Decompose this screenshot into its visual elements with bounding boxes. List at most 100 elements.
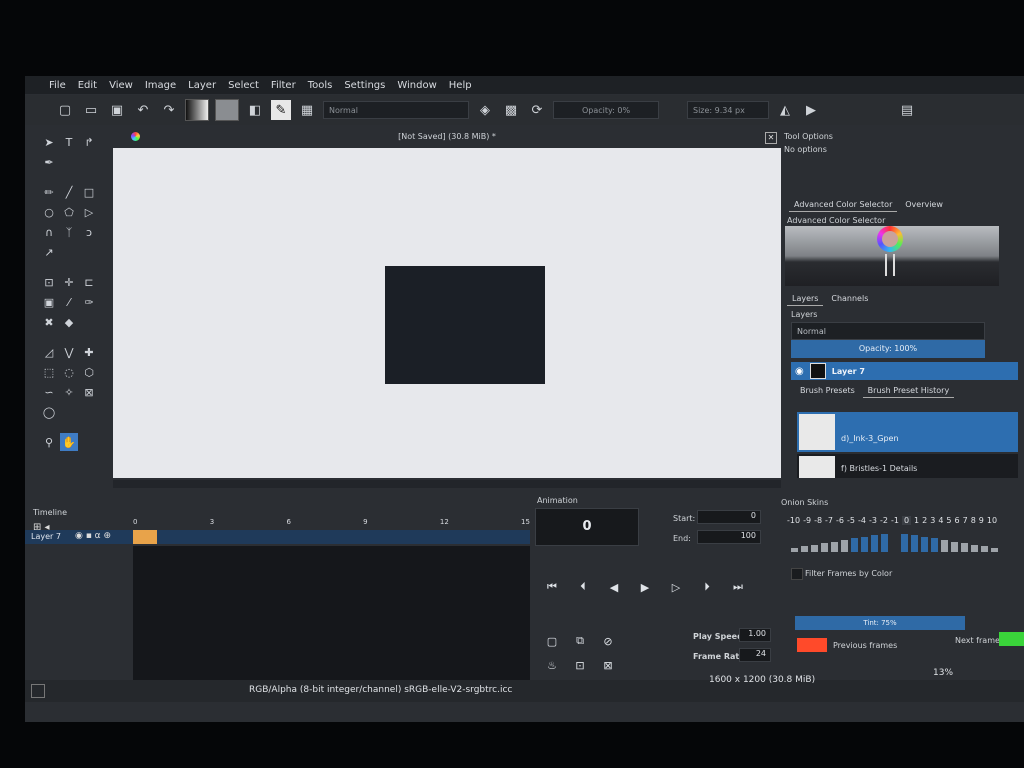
size-slider[interactable]: Size: 9.34 px <box>687 101 769 119</box>
onion-opacity-bar[interactable] <box>901 533 908 552</box>
blend-mode-select[interactable]: Normal <box>323 101 469 119</box>
pan-tool-icon[interactable]: ✋ <box>60 433 78 451</box>
text-tool-icon[interactable]: T <box>60 133 78 151</box>
color-picker-icon[interactable]: ⁄ <box>60 293 78 311</box>
previous-frame-icon[interactable]: ◀ <box>603 576 625 598</box>
smart-patch-icon[interactable]: ✑ <box>80 293 98 311</box>
current-frame-field[interactable]: 0 <box>535 508 639 546</box>
onion-frame-number[interactable]: 2 <box>922 516 927 525</box>
new-document-icon[interactable]: ▢ <box>55 100 75 120</box>
move-tool-icon[interactable]: ✛ <box>60 273 78 291</box>
color-wheel-icon[interactable] <box>877 226 903 252</box>
measure-tool-icon[interactable]: ◿ <box>40 343 58 361</box>
polyline-tool-icon[interactable]: ▷ <box>80 203 98 221</box>
menu-select[interactable]: Select <box>228 80 259 91</box>
onion-frame-number[interactable]: 5 <box>946 516 951 525</box>
onion-opacity-bar[interactable] <box>831 541 838 552</box>
tab-brush-preset-history[interactable]: Brush Preset History <box>862 384 955 398</box>
bezier-tool-icon[interactable]: ∩ <box>40 223 58 241</box>
zoom-tool-icon[interactable]: ⚲ <box>40 433 58 451</box>
polygon-select-icon[interactable]: ⬡ <box>80 363 98 381</box>
play-speed-field[interactable]: 1.00 <box>739 628 771 642</box>
onion-opacity-bar[interactable] <box>981 546 988 552</box>
onion-opacity-bar[interactable] <box>931 538 938 552</box>
menu-file[interactable]: File <box>49 80 66 91</box>
drawing-canvas[interactable] <box>113 148 781 478</box>
rect-select-icon[interactable]: ⬚ <box>40 363 58 381</box>
onion-opacity-bar[interactable] <box>791 548 798 552</box>
fit-page-icon[interactable]: ⊡ <box>569 654 591 676</box>
menu-settings[interactable]: Settings <box>344 80 385 91</box>
similar-select-icon[interactable]: ⊠ <box>80 383 98 401</box>
rectangle-tool-icon[interactable]: □ <box>80 183 98 201</box>
undo-icon[interactable]: ↶ <box>133 100 153 120</box>
line-tool-icon[interactable]: ╱ <box>60 183 78 201</box>
next-frames-color[interactable] <box>999 632 1024 646</box>
brush-preset-icon[interactable]: ✎ <box>271 100 291 120</box>
edit-shapes-icon[interactable]: ↱ <box>80 133 98 151</box>
menu-tools[interactable]: Tools <box>308 80 333 91</box>
onion-frame-number[interactable]: -9 <box>803 516 811 525</box>
tint-slider[interactable]: Tint: 75% <box>795 616 965 630</box>
onion-opacity-bar[interactable] <box>821 543 828 552</box>
close-document-icon[interactable]: ✕ <box>765 132 777 144</box>
onion-frame-number[interactable]: 9 <box>979 516 984 525</box>
alpha-lock-icon[interactable]: ▩ <box>501 100 521 120</box>
onion-opacity-bar[interactable] <box>991 548 998 552</box>
filter-checkbox[interactable] <box>791 568 803 580</box>
dynamic-brush-icon[interactable]: ↄ <box>80 223 98 241</box>
open-folder-icon[interactable]: ▭ <box>81 100 101 120</box>
add-keyframe-icon[interactable]: ▢ <box>541 630 563 652</box>
onion-frame-number[interactable]: 7 <box>963 516 968 525</box>
tab-brush-presets[interactable]: Brush Presets <box>795 384 860 397</box>
audio-icon[interactable]: ⊠ <box>597 654 619 676</box>
tab-advanced-color-selector[interactable]: Advanced Color Selector <box>789 198 898 212</box>
freehand-select-icon[interactable]: ∽ <box>40 383 58 401</box>
bezier-select-icon[interactable]: ◯ <box>40 403 58 421</box>
onion-frame-number[interactable]: -10 <box>787 516 800 525</box>
magic-wand-icon[interactable]: ✧ <box>60 383 78 401</box>
color-selector-widget[interactable] <box>785 226 999 286</box>
menu-layer[interactable]: Layer <box>188 80 216 91</box>
transform-tool-icon[interactable]: ⊡ <box>40 273 58 291</box>
previous-keyframe-icon[interactable]: ⏴ <box>572 576 594 598</box>
frame-rate-field[interactable]: 24 <box>739 648 771 662</box>
end-field[interactable]: 100 <box>697 530 761 544</box>
save-icon[interactable]: ▣ <box>107 100 127 120</box>
eraser-icon[interactable]: ◈ <box>475 100 495 120</box>
menu-window[interactable]: Window <box>397 80 436 91</box>
workspace-icon[interactable]: ▤ <box>897 100 917 120</box>
onion-frame-number[interactable]: -8 <box>814 516 822 525</box>
start-field[interactable]: 0 <box>697 510 761 524</box>
brush-preset-item[interactable]: f) Bristles-1 Details <box>797 454 1018 478</box>
first-frame-icon[interactable]: ⏮ <box>541 576 563 598</box>
onion-opacity-bar[interactable] <box>851 538 858 552</box>
onion-opacity-bar[interactable] <box>871 535 878 552</box>
onion-opacity-bar[interactable] <box>941 540 948 552</box>
multibrush-icon[interactable]: ↗ <box>40 243 58 261</box>
onion-opacity-bar[interactable] <box>861 536 868 552</box>
status-icon[interactable] <box>31 684 45 698</box>
menu-filter[interactable]: Filter <box>271 80 296 91</box>
timeline-frames-area[interactable] <box>133 546 530 696</box>
onion-frame-number[interactable]: -7 <box>825 516 833 525</box>
onion-frame-number[interactable]: -2 <box>880 516 888 525</box>
layer-opacity-slider[interactable]: Opacity: 100% <box>791 340 985 358</box>
next-keyframe-icon[interactable]: ⏵ <box>696 576 718 598</box>
onion-frame-number[interactable]: -5 <box>847 516 855 525</box>
onion-opacity-bar[interactable] <box>841 540 848 552</box>
onion-frame-number[interactable]: 1 <box>914 516 919 525</box>
ellipse-tool-icon[interactable]: ○ <box>40 203 58 221</box>
tab-channels[interactable]: Channels <box>826 292 873 305</box>
onion-frame-number[interactable]: 0 <box>901 516 912 525</box>
freehand-path-icon[interactable]: ᛉ <box>60 223 78 241</box>
onion-frame-number[interactable]: 10 <box>987 516 997 525</box>
grid-icon[interactable]: ▦ <box>297 100 317 120</box>
last-frame-icon[interactable]: ⏭ <box>727 576 749 598</box>
menu-edit[interactable]: Edit <box>78 80 97 91</box>
tab-layers[interactable]: Layers <box>787 292 824 306</box>
tab-overview[interactable]: Overview <box>900 198 948 211</box>
mirror-horizontal-icon[interactable]: ◭ <box>775 100 795 120</box>
menu-help[interactable]: Help <box>449 80 472 91</box>
onion-opacity-bar[interactable] <box>921 536 928 552</box>
